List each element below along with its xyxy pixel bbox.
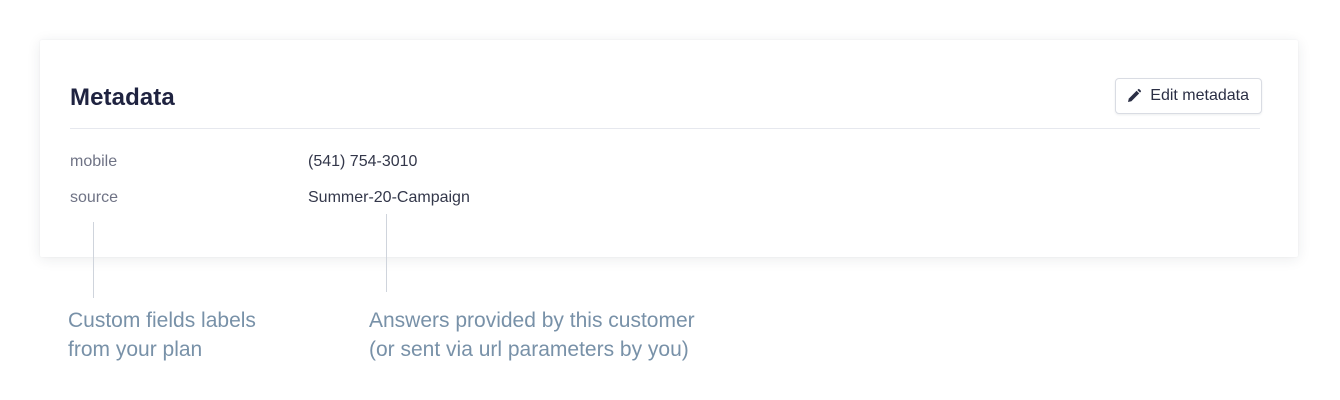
metadata-card: Metadata Edit metadata mobile (541) 754-… (40, 40, 1298, 257)
metadata-key: mobile (70, 153, 118, 170)
metadata-value: (541) 754-3010 (308, 153, 418, 170)
annotation-line: Custom fields labels (68, 309, 256, 332)
metadata-value: Summer-20-Campaign (308, 189, 470, 206)
card-title: Metadata (70, 84, 175, 111)
annotation-line: Answers provided by this customer (369, 309, 695, 332)
metadata-row-source: source Summer-20-Campaign (70, 189, 670, 213)
metadata-row-mobile: mobile (541) 754-3010 (70, 153, 670, 177)
pencil-icon (1126, 88, 1142, 104)
metadata-key: source (70, 189, 119, 206)
values-annotation: Answers provided by this customer (or se… (369, 306, 695, 364)
labels-pointer-line (93, 222, 94, 298)
labels-annotation: Custom fields labels from your plan (68, 306, 256, 364)
edit-metadata-label: Edit metadata (1150, 87, 1249, 104)
stage: Metadata Edit metadata mobile (541) 754-… (0, 0, 1340, 400)
annotation-line: from your plan (68, 338, 203, 361)
header-divider (70, 128, 1260, 129)
annotation-line: (or sent via url parameters by you) (369, 338, 689, 361)
edit-metadata-button[interactable]: Edit metadata (1115, 78, 1262, 114)
values-pointer-line (386, 214, 387, 292)
